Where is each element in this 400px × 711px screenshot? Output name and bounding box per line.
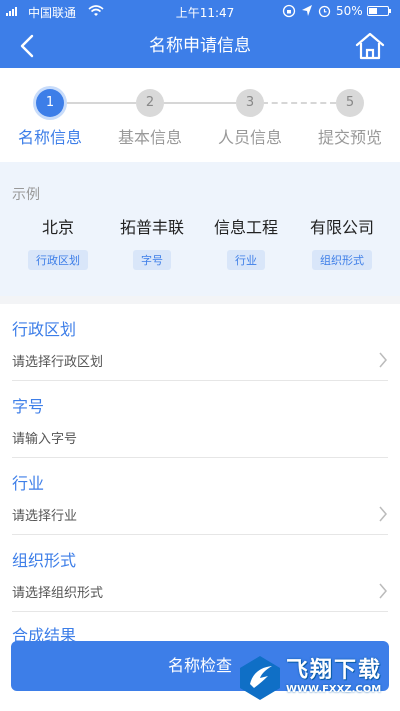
- example-title: 示例: [12, 187, 40, 203]
- watermark-logo-icon: [240, 656, 280, 700]
- section-divider: [0, 296, 400, 304]
- example-word: 信息工程: [213, 218, 278, 237]
- field-label-industry: 行业: [12, 474, 45, 493]
- example-tag: 字号: [133, 250, 171, 270]
- signal-icon: [6, 7, 17, 16]
- field-label-trade-name: 字号: [12, 397, 45, 416]
- example-panel: 示例 北京 行政区划 拓普丰联 字号 信息工程 行业 有限公司 组织形式: [0, 162, 400, 296]
- field-divider: [12, 380, 388, 381]
- industry-select[interactable]: 请选择行业: [12, 505, 77, 524]
- field-label-region: 行政区划: [12, 320, 77, 339]
- step-connector: [262, 102, 336, 104]
- example-item: 有限公司 组织形式: [294, 214, 390, 270]
- battery-percent: 50%: [336, 4, 363, 18]
- field-divider: [12, 534, 388, 535]
- step-2-label: 基本信息: [117, 128, 182, 147]
- clock-label: 上午11:47: [175, 6, 235, 20]
- example-tag: 组织形式: [312, 250, 372, 270]
- chevron-right-icon: [379, 506, 387, 522]
- chevron-right-icon: [379, 352, 387, 368]
- step-5-label: 提交预览: [317, 128, 382, 147]
- watermark-url: WWW.FXXZ.COM: [286, 684, 382, 695]
- step-3-label: 人员信息: [217, 128, 282, 147]
- field-divider: [12, 457, 388, 458]
- step-1-circle: 1: [36, 89, 64, 117]
- step-1-label: 名称信息: [17, 128, 82, 147]
- step-indicator: 1 2 3 5 名称信息 基本信息 人员信息 提交预览: [0, 68, 400, 162]
- battery-icon: [367, 6, 391, 16]
- example-item: 信息工程 行业: [198, 214, 294, 270]
- step-connector: [162, 102, 236, 104]
- example-item: 拓普丰联 字号: [104, 214, 200, 270]
- example-word: 北京: [41, 218, 74, 237]
- page-title: 名称申请信息: [149, 36, 251, 56]
- trade-name-input[interactable]: 请输入字号: [12, 428, 77, 447]
- wifi-icon: [88, 5, 104, 16]
- carrier-label: 中国联通: [28, 6, 77, 20]
- alarm-icon: [318, 5, 331, 18]
- step-2-circle: 2: [136, 89, 164, 117]
- example-tag: 行政区划: [28, 250, 88, 270]
- chevron-right-icon: [379, 583, 387, 599]
- step-5-circle: 5: [336, 89, 364, 117]
- nav-bar: 名称申请信息: [0, 24, 400, 68]
- rotation-lock-icon: [282, 4, 296, 18]
- example-word: 有限公司: [309, 218, 374, 237]
- example-tag: 行业: [227, 250, 265, 270]
- status-bar: 中国联通 上午11:47 50%: [0, 0, 400, 24]
- step-connector: [62, 102, 136, 104]
- watermark: 飞翔下载 WWW.FXXZ.COM: [238, 650, 390, 708]
- region-select[interactable]: 请选择行政区划: [12, 351, 103, 370]
- field-label-org-form: 组织形式: [12, 551, 77, 570]
- home-icon[interactable]: [354, 30, 386, 62]
- location-icon: [302, 5, 312, 16]
- back-button[interactable]: [14, 32, 42, 60]
- org-form-select[interactable]: 请选择组织形式: [12, 582, 103, 601]
- step-3-circle: 3: [236, 89, 264, 117]
- example-word: 拓普丰联: [119, 218, 184, 237]
- field-divider: [12, 611, 388, 612]
- watermark-title: 飞翔下载: [286, 658, 383, 683]
- example-item: 北京 行政区划: [10, 214, 106, 270]
